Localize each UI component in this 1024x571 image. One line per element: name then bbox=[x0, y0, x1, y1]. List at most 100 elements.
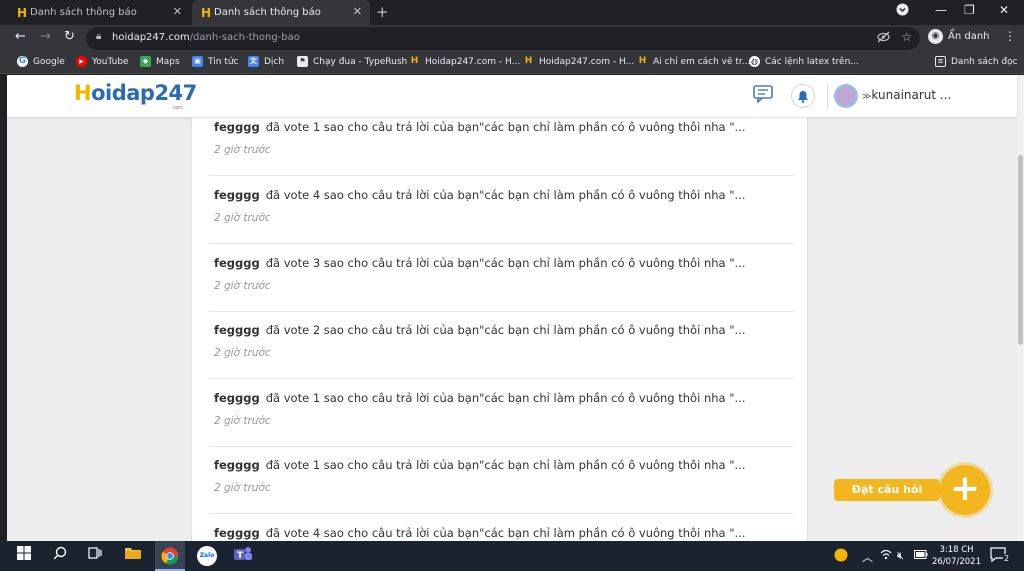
google-icon: G bbox=[17, 56, 28, 67]
notification-item[interactable]: fegggg đã vote 1 sao cho câu trả lời của … bbox=[209, 379, 794, 447]
restore-button[interactable]: ❐ bbox=[964, 3, 975, 17]
chrome-taskbar-button[interactable] bbox=[155, 541, 185, 571]
avatar[interactable] bbox=[834, 84, 858, 108]
notification-item[interactable]: fegggg đã vote 4 sao cho câu trả lời của … bbox=[209, 176, 794, 244]
notification-time: 2 giờ trước bbox=[214, 415, 271, 427]
latex-icon: ◍ bbox=[749, 56, 760, 67]
bookmark-google[interactable]: G Google bbox=[17, 56, 65, 67]
bookmarks-bar: G Google ▶ YouTube ◆ Maps ▣ Tin tức 文 Dị… bbox=[0, 52, 1024, 74]
bookmark-news[interactable]: ▣ Tin tức bbox=[192, 56, 238, 67]
reload-button[interactable]: ↻ bbox=[64, 29, 75, 44]
eye-off-icon[interactable] bbox=[877, 31, 890, 46]
ask-question-button[interactable]: + bbox=[940, 465, 990, 515]
notification-time: 2 giờ trước bbox=[214, 482, 271, 494]
system-clock[interactable]: 3:18 CH 26/07/2021 bbox=[932, 544, 981, 568]
hoidap-favicon-icon: H bbox=[200, 6, 212, 20]
chrome-icon bbox=[161, 547, 179, 569]
minimize-button[interactable]: — bbox=[935, 3, 947, 17]
volume-muted-icon[interactable]: 🔇︎ bbox=[897, 549, 904, 563]
bookmark-translate[interactable]: 文 Dịch bbox=[248, 56, 284, 67]
profile-label: Ẩn danh bbox=[948, 31, 990, 42]
username-menu[interactable]: ≫kunainarut ... bbox=[862, 88, 951, 102]
notification-time: 2 giờ trước bbox=[214, 212, 271, 224]
web-page: fegggg đã vote 1 sao cho câu trả lời của … bbox=[0, 75, 1024, 541]
tab-title: Danh sách thông báo bbox=[30, 7, 137, 18]
bookmark-star-icon[interactable]: ☆ bbox=[901, 30, 912, 44]
file-explorer-icon[interactable] bbox=[123, 546, 143, 566]
clock-date: 26/07/2021 bbox=[932, 557, 981, 567]
notification-item[interactable]: fegggg đã vote 1 sao cho câu trả lời của … bbox=[209, 108, 794, 176]
scrollbar-thumb[interactable] bbox=[1018, 155, 1023, 345]
reading-list-icon: ≡ bbox=[935, 56, 946, 67]
notification-item[interactable]: fegggg đã vote 1 sao cho câu trả lời của … bbox=[209, 446, 794, 514]
chevron-down-icon: ≫ bbox=[862, 92, 872, 102]
task-view-icon[interactable] bbox=[85, 546, 105, 566]
notification-text: fegggg đã vote 4 sao cho câu trả lời của … bbox=[214, 526, 746, 540]
windows-start-icon[interactable] bbox=[14, 546, 34, 566]
reading-list-button[interactable]: ≡ Danh sách đọc bbox=[935, 56, 1018, 67]
browser-tab-active[interactable]: H Danh sách thông báo ✕ bbox=[192, 0, 370, 25]
zalo-icon[interactable]: Zalo bbox=[197, 546, 217, 566]
forward-button[interactable]: → bbox=[40, 29, 51, 44]
bookmark-youtube[interactable]: ▶ YouTube bbox=[76, 56, 129, 67]
svg-text:H: H bbox=[201, 6, 211, 18]
new-tab-button[interactable]: + bbox=[376, 3, 389, 21]
lock-icon: 🔒︎ bbox=[96, 31, 102, 42]
notification-text: fegggg đã vote 2 sao cho câu trả lời của … bbox=[214, 323, 746, 337]
chevron-up-icon[interactable]: ︿ bbox=[862, 549, 873, 565]
bookmark-maps[interactable]: ◆ Maps bbox=[140, 56, 180, 67]
notification-item[interactable]: fegggg đã vote 4 sao cho câu trả lời của … bbox=[209, 514, 794, 541]
site-logo[interactable]: Hoidap247 .com bbox=[74, 81, 197, 111]
ask-question-label[interactable]: Đặt câu hỏi bbox=[834, 479, 946, 501]
notification-text: fegggg đã vote 1 sao cho câu trả lời của … bbox=[214, 458, 746, 472]
notification-item[interactable]: fegggg đã vote 2 sao cho câu trả lời của … bbox=[209, 311, 794, 379]
hoidap-icon: H bbox=[524, 56, 533, 66]
tab-close-icon[interactable]: ✕ bbox=[173, 5, 182, 18]
site-header: Hoidap247 .com ≫kunainarut ... bbox=[7, 75, 1017, 117]
weather-icon[interactable] bbox=[834, 548, 848, 565]
search-icon[interactable] bbox=[50, 546, 70, 566]
bookmark-hoidap-2[interactable]: H Hoidap247.com - H... bbox=[523, 56, 634, 67]
bookmark-hoidap-3[interactable]: H Ai chỉ em cách vẽ tr... bbox=[637, 56, 751, 67]
plus-icon: + bbox=[949, 468, 981, 509]
notification-time: 2 giờ trước bbox=[214, 347, 271, 359]
browser-tab-strip: H Danh sách thông báo ✕ H Danh sách thôn… bbox=[0, 0, 1024, 25]
notification-time: 2 giờ trước bbox=[214, 280, 271, 292]
battery-icon[interactable] bbox=[914, 549, 928, 562]
svg-text:T: T bbox=[237, 551, 244, 561]
hoidap-icon: H bbox=[638, 56, 647, 66]
menu-kebab-icon[interactable]: ⋮ bbox=[1004, 29, 1016, 43]
incognito-icon: ◉ bbox=[928, 29, 943, 44]
bookmark-latex[interactable]: ◍ Các lệnh latex trên... bbox=[749, 56, 859, 67]
page-scrollbar[interactable] bbox=[1017, 75, 1024, 541]
windows-taskbar: Zalo T ︿ 🔇︎ 3:18 CH 26/07/2021 2 bbox=[0, 541, 1024, 571]
notification-time: 2 giờ trước bbox=[214, 144, 271, 156]
tab-title: Danh sách thông báo bbox=[214, 7, 321, 18]
translate-icon: 文 bbox=[248, 56, 259, 67]
tab-search-icon[interactable] bbox=[896, 3, 909, 19]
notification-count-badge: 2 bbox=[1003, 554, 1011, 563]
notification-text: fegggg đã vote 1 sao cho câu trả lời của … bbox=[214, 391, 746, 405]
wifi-icon[interactable] bbox=[880, 549, 892, 563]
tab-close-icon[interactable]: ✕ bbox=[353, 5, 362, 18]
hoidap-favicon-icon: H bbox=[16, 6, 28, 20]
notification-text: fegggg đã vote 1 sao cho câu trả lời của … bbox=[214, 120, 746, 134]
url-text: hoidap247.com/danh-sach-thong-bao bbox=[112, 32, 300, 43]
address-bar[interactable]: 🔒︎ hoidap247.com/danh-sach-thong-bao ☆ bbox=[86, 27, 920, 50]
maps-icon: ◆ bbox=[140, 56, 151, 67]
notification-text: fegggg đã vote 3 sao cho câu trả lời của … bbox=[214, 256, 746, 270]
browser-tab[interactable]: H Danh sách thông báo ✕ bbox=[8, 0, 190, 25]
bookmark-hoidap-1[interactable]: H Hoidap247.com - H... bbox=[409, 56, 520, 67]
browser-toolbar: ← → ↻ 🔒︎ hoidap247.com/danh-sach-thong-b… bbox=[0, 25, 1024, 52]
bell-icon[interactable] bbox=[791, 84, 815, 108]
notification-item[interactable]: fegggg đã vote 3 sao cho câu trả lời của … bbox=[209, 244, 794, 312]
chat-icon[interactable] bbox=[753, 85, 773, 105]
clock-time: 3:18 CH bbox=[939, 545, 974, 555]
notification-text: fegggg đã vote 4 sao cho câu trả lời của … bbox=[214, 188, 746, 202]
back-button[interactable]: ← bbox=[15, 29, 26, 44]
bookmark-typerush[interactable]: ⚑ Chạy đua - TypeRush bbox=[297, 56, 407, 67]
incognito-profile-button[interactable]: ◉ Ẩn danh bbox=[928, 29, 990, 44]
teams-icon[interactable]: T bbox=[233, 546, 253, 566]
close-window-button[interactable]: ✕ bbox=[999, 3, 1009, 17]
svg-text:H: H bbox=[17, 6, 27, 18]
